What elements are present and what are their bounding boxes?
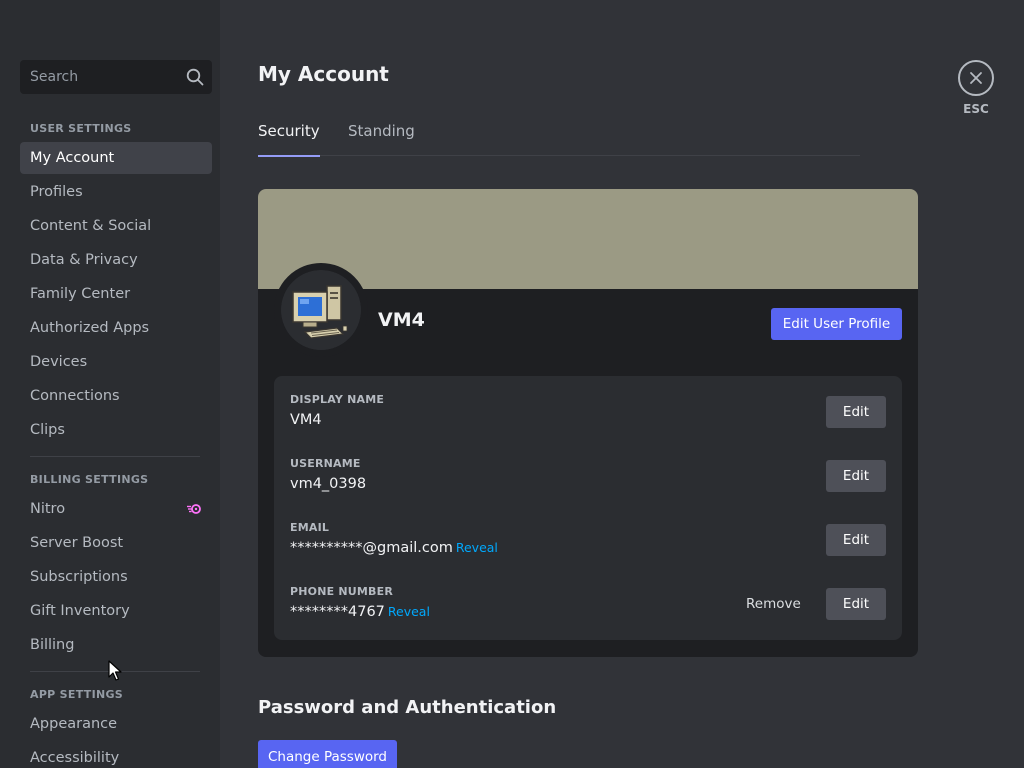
sidebar-item-appearance[interactable]: Appearance bbox=[20, 708, 212, 740]
email-value: **********@gmail.com bbox=[290, 540, 453, 556]
close-settings: ESC bbox=[958, 60, 994, 116]
username-label: USERNAME bbox=[290, 457, 361, 470]
sidebar-item-gift-inventory[interactable]: Gift Inventory bbox=[20, 595, 212, 627]
display-name-field: DISPLAY NAME VM4 bbox=[290, 393, 384, 428]
sidebar-divider bbox=[30, 456, 200, 457]
password-auth-heading: Password and Authentication bbox=[258, 697, 557, 718]
phone-value-row: ********4767 Reveal bbox=[290, 604, 430, 620]
nitro-icon bbox=[186, 503, 202, 515]
tab-standing[interactable]: Standing bbox=[348, 122, 415, 156]
username-field: USERNAME vm4_0398 bbox=[290, 457, 366, 492]
reveal-email-link[interactable]: Reveal bbox=[456, 540, 498, 555]
section-user-settings: USER SETTINGS bbox=[30, 122, 132, 135]
search-icon bbox=[186, 68, 204, 86]
edit-phone-button[interactable]: Edit bbox=[826, 588, 886, 620]
profile-banner bbox=[258, 189, 918, 289]
sidebar-item-data-privacy[interactable]: Data & Privacy bbox=[20, 244, 212, 276]
sidebar-item-subscriptions[interactable]: Subscriptions bbox=[20, 561, 212, 593]
esc-label: ESC bbox=[963, 102, 989, 116]
sidebar-item-accessibility[interactable]: Accessibility bbox=[20, 742, 212, 768]
remove-phone-button[interactable]: Remove bbox=[746, 588, 801, 620]
tab-security[interactable]: Security bbox=[258, 122, 320, 157]
phone-value: ********4767 bbox=[290, 604, 385, 620]
avatar[interactable] bbox=[274, 263, 368, 357]
reveal-phone-link[interactable]: Reveal bbox=[388, 604, 430, 619]
edit-username-button[interactable]: Edit bbox=[826, 460, 886, 492]
email-field: EMAIL **********@gmail.com Reveal bbox=[290, 521, 498, 556]
section-app-settings: APP SETTINGS bbox=[30, 688, 124, 701]
sidebar-item-server-boost[interactable]: Server Boost bbox=[20, 527, 212, 559]
username-value: vm4_0398 bbox=[290, 476, 367, 492]
sidebar-item-nitro[interactable]: Nitro bbox=[20, 493, 212, 525]
close-button[interactable] bbox=[958, 60, 994, 96]
change-password-button[interactable]: Change Password bbox=[258, 740, 397, 768]
display-name-value: VM4 bbox=[290, 412, 322, 428]
close-icon bbox=[970, 72, 982, 84]
account-tabs: Security Standing bbox=[258, 122, 860, 157]
search-placeholder: Search bbox=[30, 69, 79, 85]
page-title: My Account bbox=[258, 62, 389, 86]
sidebar-item-devices[interactable]: Devices bbox=[20, 346, 212, 378]
search-input[interactable]: Search bbox=[20, 60, 212, 94]
computer-avatar-icon bbox=[281, 270, 361, 350]
phone-field: PHONE NUMBER ********4767 Reveal bbox=[290, 585, 430, 620]
section-billing-settings: BILLING SETTINGS bbox=[30, 473, 149, 486]
settings-sidebar: Search USER SETTINGS My Account Profiles… bbox=[0, 0, 220, 768]
sidebar-item-my-account[interactable]: My Account bbox=[20, 142, 212, 174]
sidebar-item-connections[interactable]: Connections bbox=[20, 380, 212, 412]
edit-email-button[interactable]: Edit bbox=[826, 524, 886, 556]
account-profile-card: VM4 Edit User Profile DISPLAY NAME VM4 E… bbox=[258, 189, 918, 657]
email-value-row: **********@gmail.com Reveal bbox=[290, 540, 498, 556]
sidebar-item-family-center[interactable]: Family Center bbox=[20, 278, 212, 310]
email-label: EMAIL bbox=[290, 521, 330, 534]
phone-label: PHONE NUMBER bbox=[290, 585, 394, 598]
edit-user-profile-button[interactable]: Edit User Profile bbox=[771, 308, 902, 340]
mouse-cursor-icon bbox=[108, 660, 122, 686]
sidebar-item-authorized-apps[interactable]: Authorized Apps bbox=[20, 312, 212, 344]
account-info-box: DISPLAY NAME VM4 Edit USERNAME vm4_0398 … bbox=[274, 376, 902, 640]
display-name-label: DISPLAY NAME bbox=[290, 393, 385, 406]
profile-username: VM4 bbox=[378, 309, 425, 331]
sidebar-item-billing[interactable]: Billing bbox=[20, 629, 212, 661]
sidebar-item-profiles[interactable]: Profiles bbox=[20, 176, 212, 208]
sidebar-item-clips[interactable]: Clips bbox=[20, 414, 212, 446]
edit-display-name-button[interactable]: Edit bbox=[826, 396, 886, 428]
sidebar-item-content-social[interactable]: Content & Social bbox=[20, 210, 212, 242]
